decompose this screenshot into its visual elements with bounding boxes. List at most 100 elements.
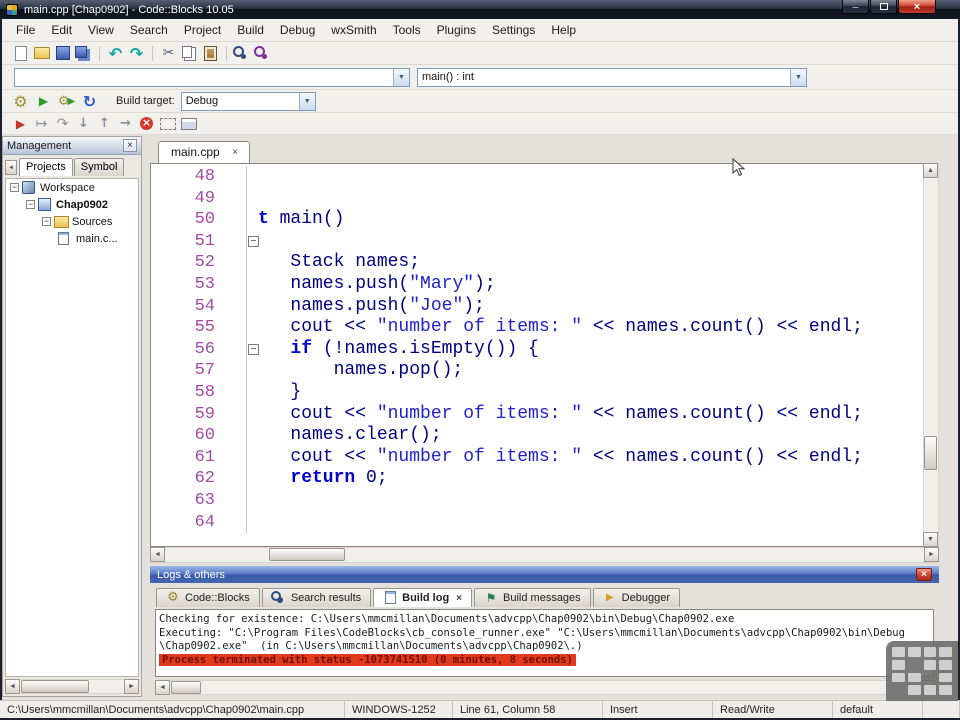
redo-icon[interactable] xyxy=(126,44,147,63)
editor-tab-label: main.cpp xyxy=(171,145,220,159)
code-editor[interactable]: 484950t main()5152 Stack names;53 names.… xyxy=(150,163,939,547)
menu-item-project[interactable]: Project xyxy=(176,20,229,40)
code-token: "number of items: " xyxy=(376,403,583,424)
minimize-button[interactable] xyxy=(842,0,869,14)
tree-expand-toggle[interactable] xyxy=(10,183,19,192)
menu-item-debug[interactable]: Debug xyxy=(272,20,323,40)
build-and-run-icon[interactable] xyxy=(56,92,77,111)
find-icon[interactable] xyxy=(232,44,253,63)
tab-close-icon[interactable] xyxy=(456,592,462,604)
gear-icon xyxy=(166,591,180,604)
scroll-right-icon[interactable] xyxy=(124,679,139,694)
undo-icon[interactable] xyxy=(105,44,126,63)
debugging-windows-icon[interactable] xyxy=(178,114,199,133)
management-tab-symbol[interactable]: Symbol xyxy=(73,158,125,176)
save-icon[interactable] xyxy=(52,44,73,63)
code-line: 48 xyxy=(151,166,938,188)
logs-tab-label: Search results xyxy=(290,591,362,604)
management-hscroll-thumb[interactable] xyxy=(21,680,89,693)
chevron-down-icon[interactable] xyxy=(790,68,806,86)
code-text: names.clear(); xyxy=(258,425,441,447)
menu-item-edit[interactable]: Edit xyxy=(43,20,80,40)
chevron-down-icon[interactable] xyxy=(298,92,315,110)
scroll-down-icon[interactable] xyxy=(923,532,938,547)
tree-item-workspace[interactable]: Workspace xyxy=(6,179,138,196)
line-number: 58 xyxy=(194,382,215,402)
debug-continue-icon[interactable] xyxy=(10,114,31,133)
symbol-combobox[interactable]: main() : int xyxy=(417,67,807,87)
editor-vscrollbar[interactable] xyxy=(923,163,939,547)
logs-close-button[interactable] xyxy=(916,568,932,581)
menu-item-tools[interactable]: Tools xyxy=(385,20,429,40)
scroll-left-icon[interactable] xyxy=(150,547,165,562)
menu-item-plugins[interactable]: Plugins xyxy=(429,20,484,40)
logs-tab-build-log[interactable]: Build log xyxy=(373,588,473,607)
line-number: 62 xyxy=(194,469,215,489)
logs-tab-code-blocks[interactable]: Code::Blocks xyxy=(156,588,260,607)
stop-debugger-icon[interactable] xyxy=(136,114,157,133)
build-icon[interactable] xyxy=(10,92,31,111)
copy-icon[interactable] xyxy=(179,44,200,63)
step-into-icon[interactable] xyxy=(73,114,94,133)
tab-close-icon[interactable] xyxy=(230,147,241,158)
menu-item-build[interactable]: Build xyxy=(229,20,272,40)
cut-icon[interactable] xyxy=(158,44,179,63)
save-all-icon[interactable] xyxy=(73,44,94,63)
fold-margin xyxy=(225,381,258,404)
logs-hscroll-thumb[interactable] xyxy=(171,681,201,694)
code-token: } xyxy=(258,381,302,402)
management-close-button[interactable] xyxy=(123,139,137,152)
info-window-icon[interactable] xyxy=(157,114,178,133)
management-hscrollbar[interactable] xyxy=(5,679,139,694)
scroll-left-icon[interactable] xyxy=(155,680,170,695)
new-file-icon[interactable] xyxy=(10,44,31,63)
tree-item-sources[interactable]: Sources xyxy=(6,213,138,230)
menu-item-search[interactable]: Search xyxy=(122,20,176,40)
menu-item-view[interactable]: View xyxy=(80,20,122,40)
run-icon[interactable] xyxy=(33,92,54,111)
fold-toggle-icon[interactable] xyxy=(248,343,259,355)
run-to-cursor-icon[interactable] xyxy=(31,114,52,133)
tab-scroll-left-button[interactable] xyxy=(5,160,17,175)
menu-item-settings[interactable]: Settings xyxy=(484,20,543,40)
menu-item-help[interactable]: Help xyxy=(543,20,584,40)
logs-tab-search-results[interactable]: Search results xyxy=(261,588,372,607)
editor-hscroll-thumb[interactable] xyxy=(269,548,345,561)
scroll-right-icon[interactable] xyxy=(924,547,939,562)
open-file-icon[interactable] xyxy=(31,44,52,63)
editor-vscroll-thumb[interactable] xyxy=(924,436,937,470)
logs-tab-build-messages[interactable]: Build messages xyxy=(474,588,591,607)
build-target-combobox[interactable]: Debug xyxy=(180,91,316,111)
fold-toggle-icon[interactable] xyxy=(248,235,259,247)
scroll-up-icon[interactable] xyxy=(923,163,938,178)
code-token: << names.count() << endl; xyxy=(582,446,863,467)
step-out-icon[interactable] xyxy=(94,114,115,133)
management-panel: Management ProjectsSymbol Workspace Chap0… xyxy=(2,136,142,697)
management-tab-projects[interactable]: Projects xyxy=(19,158,73,176)
maximize-button[interactable] xyxy=(870,0,897,14)
tree-item-label: Chap0902 xyxy=(56,198,108,211)
paste-icon[interactable] xyxy=(200,44,221,63)
rebuild-icon[interactable] xyxy=(79,92,100,111)
next-line-icon[interactable] xyxy=(52,114,73,133)
code-text: names.push("Joe"); xyxy=(258,296,484,318)
next-instruction-icon[interactable] xyxy=(115,114,136,133)
replace-icon[interactable] xyxy=(253,44,274,63)
close-button[interactable] xyxy=(898,0,936,14)
tree-item-main-c[interactable]: main.c... xyxy=(6,230,138,247)
chevron-down-icon[interactable] xyxy=(393,68,409,86)
menu-item-wxsmith[interactable]: wxSmith xyxy=(323,20,384,40)
scroll-left-icon[interactable] xyxy=(5,679,20,694)
tree-expand-toggle[interactable] xyxy=(26,200,35,209)
watermark-cell xyxy=(907,685,921,695)
menu-item-file[interactable]: File xyxy=(8,20,43,40)
logs-hscrollbar[interactable] xyxy=(155,680,934,695)
main-toolbar xyxy=(0,42,960,65)
editor-tab-main-cpp[interactable]: main.cpp xyxy=(158,141,250,163)
tree-expand-toggle[interactable] xyxy=(42,217,51,226)
log-line: Process terminated with status -10737415… xyxy=(159,653,930,668)
scope-combobox[interactable] xyxy=(14,67,410,87)
editor-hscrollbar[interactable] xyxy=(150,547,939,563)
tree-item-chap0902[interactable]: Chap0902 xyxy=(6,196,138,213)
logs-tab-debugger[interactable]: Debugger xyxy=(592,588,680,607)
